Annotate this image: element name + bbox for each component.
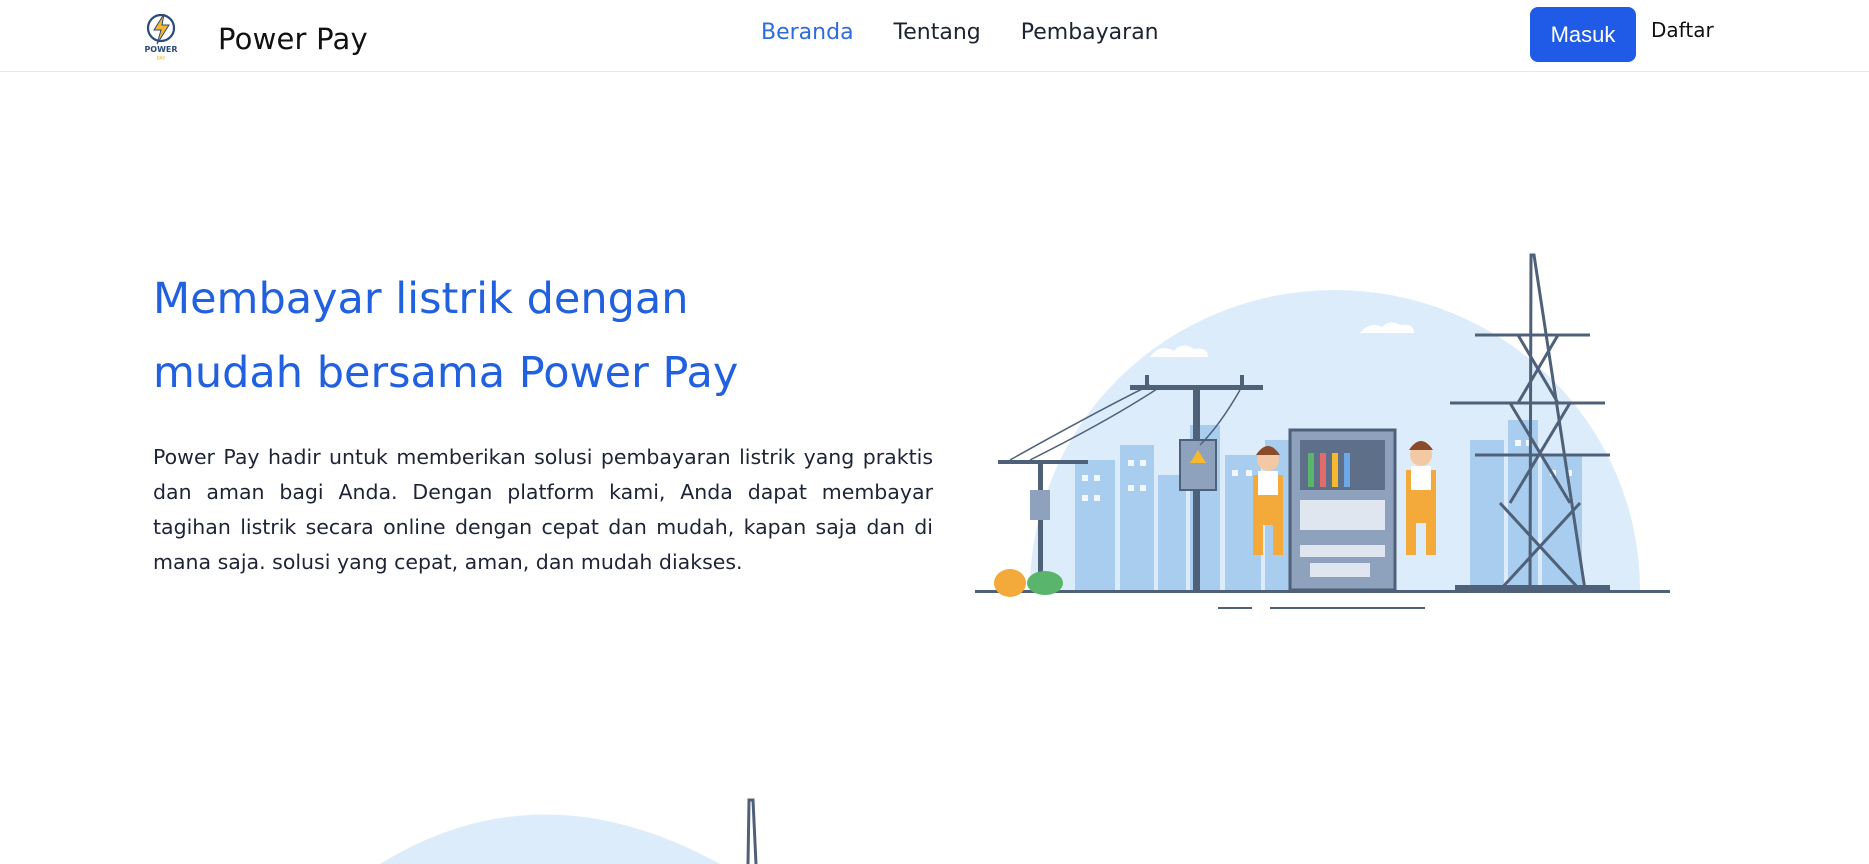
nav-link-beranda[interactable]: Beranda (761, 20, 854, 45)
register-link[interactable]: Daftar (1651, 18, 1714, 42)
navbar: POWER PAY Power Pay Beranda Tentang Pemb… (0, 0, 1869, 72)
secondary-illustration (360, 795, 900, 864)
hero-illustration (970, 245, 1680, 625)
login-button[interactable]: Masuk (1530, 7, 1636, 62)
svg-text:POWER: POWER (144, 45, 177, 54)
brand-name: Power Pay (218, 22, 368, 56)
hero-title: Membayar listrik dengan mudah bersama Po… (153, 262, 893, 410)
hero-title-line-1: Membayar listrik dengan (153, 274, 689, 324)
nav-link-tentang[interactable]: Tentang (894, 20, 981, 45)
nav-link-pembayaran[interactable]: Pembayaran (1021, 20, 1159, 45)
svg-text:PAY: PAY (157, 56, 167, 62)
hero-description: Power Pay hadir untuk memberikan solusi … (153, 445, 933, 574)
brand[interactable]: POWER PAY Power Pay (138, 8, 368, 62)
hero-title-line-2: mudah bersama Power Pay (153, 348, 739, 398)
lightning-logo-icon: POWER PAY (138, 8, 184, 62)
main-nav: Beranda Tentang Pembayaran (761, 20, 1199, 45)
